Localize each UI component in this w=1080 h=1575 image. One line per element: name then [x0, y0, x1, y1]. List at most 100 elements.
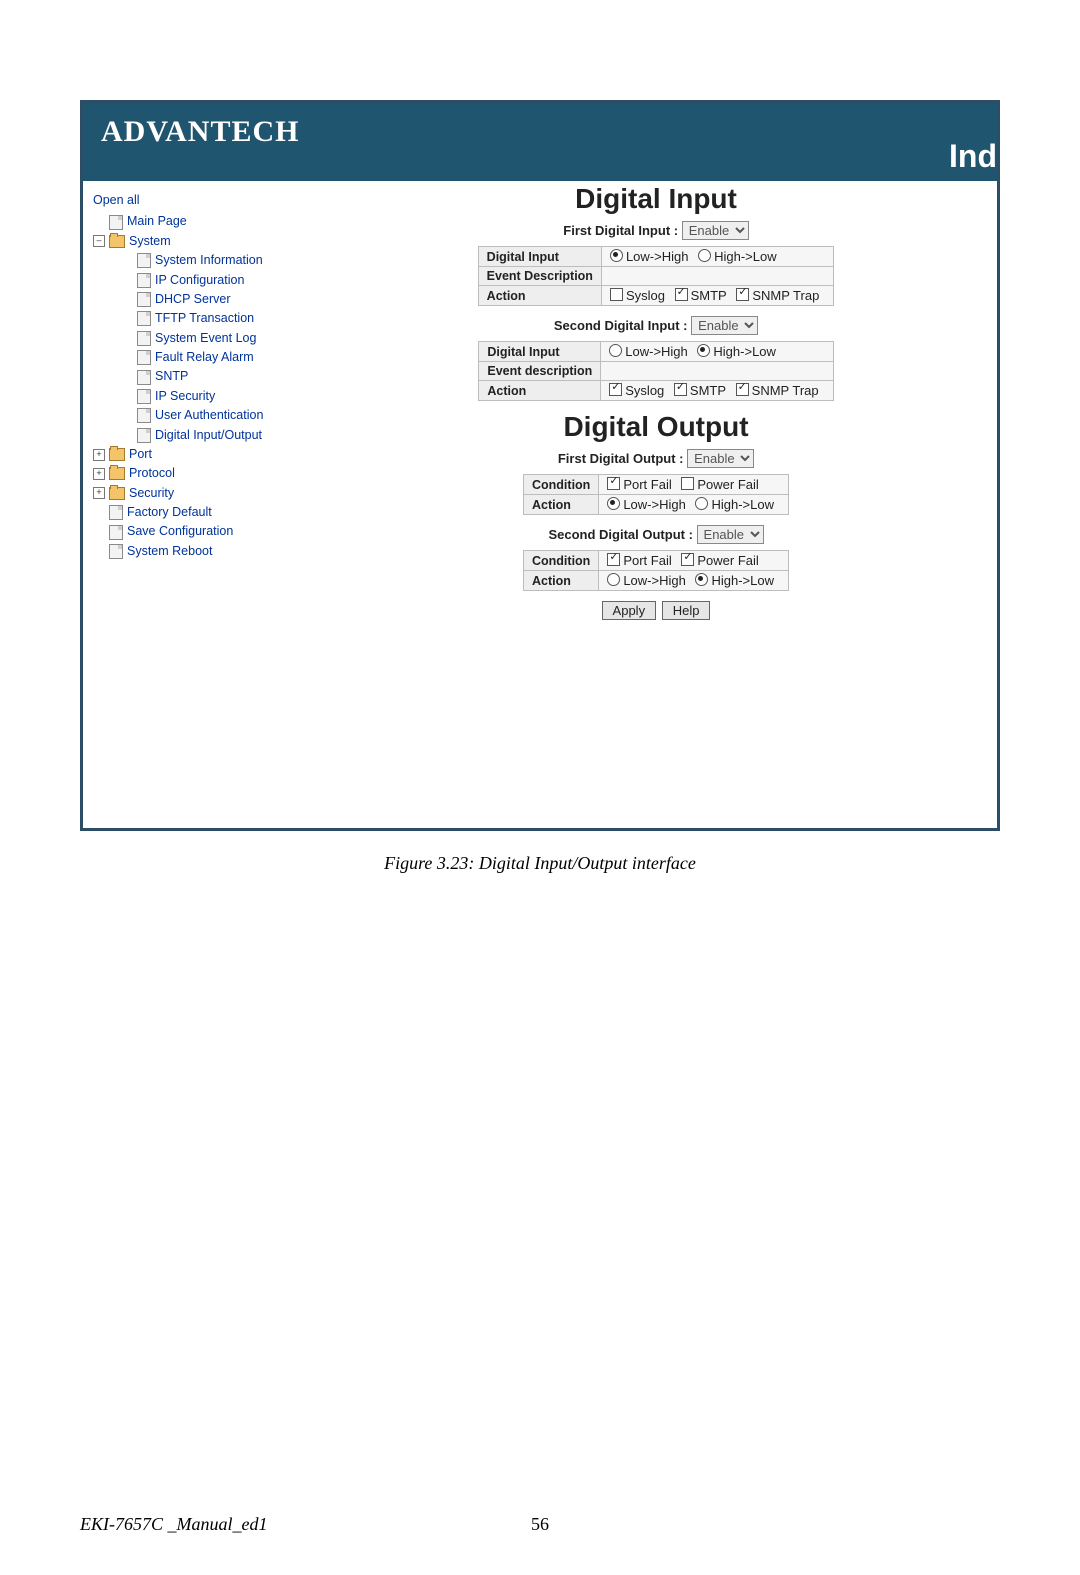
sidebar-item-ip-security[interactable]: IP Security: [93, 387, 303, 406]
col-condition: Condition: [524, 475, 599, 495]
second-do-select[interactable]: Enable: [697, 525, 764, 544]
page-icon: [137, 370, 151, 385]
footer-doc: EKI-7657C _Manual_ed1: [80, 1514, 440, 1535]
di2-syslog[interactable]: Syslog: [609, 383, 664, 398]
radio-icon: [607, 497, 620, 510]
heading-digital-input: Digital Input: [315, 183, 997, 215]
button-row: Apply Help: [315, 601, 997, 620]
sidebar-item-sntp[interactable]: SNTP: [93, 367, 303, 386]
sidebar-item-label: Main Page: [127, 212, 187, 231]
do1-port-fail[interactable]: Port Fail: [607, 477, 671, 492]
col-condition: Condition: [524, 551, 599, 571]
checkbox-icon: [607, 477, 620, 490]
col-action: Action: [479, 381, 601, 401]
di2-smtp[interactable]: SMTP: [674, 383, 726, 398]
brand-logo: ADVANTECH: [101, 115, 299, 149]
sidebar-item-label: Digital Input/Output: [155, 426, 262, 445]
expand-icon[interactable]: +: [93, 449, 105, 461]
col-action: Action: [478, 286, 601, 306]
first-di-label: First Digital Input :: [563, 223, 678, 238]
do1-highlow[interactable]: High->Low: [695, 497, 774, 512]
di1-lowhigh[interactable]: Low->High: [610, 249, 689, 264]
first-do-select[interactable]: Enable: [687, 449, 754, 468]
page-icon: [109, 505, 123, 520]
sidebar-item-ip-configuration[interactable]: IP Configuration: [93, 271, 303, 290]
di1-snmp[interactable]: SNMP Trap: [736, 288, 819, 303]
sidebar-item-system-event-log[interactable]: System Event Log: [93, 329, 303, 348]
di1-syslog[interactable]: Syslog: [610, 288, 665, 303]
sidebar-item-system-reboot[interactable]: System Reboot: [93, 542, 303, 561]
brand-band: ADVANTECH Ind: [83, 103, 997, 181]
sidebar-item-tftp-transaction[interactable]: TFTP Transaction: [93, 309, 303, 328]
sidebar-item-label: System: [129, 232, 171, 251]
di2-snmp[interactable]: SNMP Trap: [736, 383, 819, 398]
radio-icon: [695, 573, 708, 586]
do2-port-fail[interactable]: Port Fail: [607, 553, 671, 568]
page-icon: [137, 273, 151, 288]
collapse-icon[interactable]: –: [93, 235, 105, 247]
second-do-row: Second Digital Output : Enable: [315, 525, 997, 544]
second-di-select[interactable]: Enable: [691, 316, 758, 335]
sidebar-item-label: User Authentication: [155, 406, 263, 425]
second-do-label: Second Digital Output :: [548, 527, 692, 542]
sidebar-item-label: Save Configuration: [127, 522, 233, 541]
sidebar-item-system-information[interactable]: System Information: [93, 251, 303, 270]
open-all-link[interactable]: Open all: [93, 191, 303, 210]
expand-icon[interactable]: +: [93, 487, 105, 499]
sidebar: Open all Main Page – System System Infor…: [83, 181, 309, 828]
do2-table: Condition Port Fail Power Fail Action Lo…: [523, 550, 789, 591]
second-di-row: Second Digital Input : Enable: [315, 316, 997, 335]
folder-icon: [109, 467, 125, 480]
col-event-description: Event Description: [478, 267, 601, 286]
page-icon: [109, 215, 123, 230]
page-icon: [137, 350, 151, 365]
sidebar-item-port[interactable]: + Port: [93, 445, 303, 464]
do1-power-fail[interactable]: Power Fail: [681, 477, 758, 492]
di2-table: Digital Input Low->High High->Low Event …: [478, 341, 833, 401]
di1-smtp[interactable]: SMTP: [675, 288, 727, 303]
first-di-select[interactable]: Enable: [682, 221, 749, 240]
sidebar-item-security[interactable]: + Security: [93, 484, 303, 503]
page-icon: [109, 525, 123, 540]
sidebar-item-label: Fault Relay Alarm: [155, 348, 254, 367]
page-icon: [137, 331, 151, 346]
help-button[interactable]: Help: [662, 601, 711, 620]
do2-highlow[interactable]: High->Low: [695, 573, 774, 588]
do1-lowhigh[interactable]: Low->High: [607, 497, 686, 512]
sidebar-item-save-configuration[interactable]: Save Configuration: [93, 522, 303, 541]
checkbox-icon: [736, 288, 749, 301]
page-icon: [137, 292, 151, 307]
col-event-description: Event description: [479, 362, 601, 381]
app-window: ADVANTECH Ind Open all Main Page – Syste…: [80, 100, 1000, 831]
do2-power-fail[interactable]: Power Fail: [681, 553, 758, 568]
do2-lowhigh[interactable]: Low->High: [607, 573, 686, 588]
di2-event-cell[interactable]: [601, 362, 833, 381]
do1-table: Condition Port Fail Power Fail Action Lo…: [523, 474, 789, 515]
sidebar-item-label: Protocol: [129, 464, 175, 483]
sidebar-item-label: IP Configuration: [155, 271, 244, 290]
sidebar-item-system[interactable]: – System: [93, 232, 303, 251]
folder-icon: [109, 487, 125, 500]
di1-event-cell[interactable]: [601, 267, 833, 286]
col-digital-input: Digital Input: [479, 342, 601, 362]
sidebar-item-user-authentication[interactable]: User Authentication: [93, 406, 303, 425]
sidebar-item-dhcp-server[interactable]: DHCP Server: [93, 290, 303, 309]
radio-icon: [610, 249, 623, 262]
sidebar-item-protocol[interactable]: + Protocol: [93, 464, 303, 483]
di2-highlow[interactable]: High->Low: [697, 344, 776, 359]
sidebar-item-digital-io[interactable]: Digital Input/Output: [93, 426, 303, 445]
apply-button[interactable]: Apply: [602, 601, 657, 620]
checkbox-icon: [681, 477, 694, 490]
radio-icon: [607, 573, 620, 586]
sidebar-item-main-page[interactable]: Main Page: [93, 212, 303, 231]
col-digital-input: Digital Input: [478, 247, 601, 267]
brand-right-text: Ind: [949, 138, 997, 175]
expand-icon[interactable]: +: [93, 468, 105, 480]
di1-highlow[interactable]: High->Low: [698, 249, 777, 264]
page-icon: [137, 311, 151, 326]
folder-icon: [109, 448, 125, 461]
sidebar-item-factory-default[interactable]: Factory Default: [93, 503, 303, 522]
di2-lowhigh[interactable]: Low->High: [609, 344, 688, 359]
page-icon: [137, 253, 151, 268]
sidebar-item-fault-relay-alarm[interactable]: Fault Relay Alarm: [93, 348, 303, 367]
